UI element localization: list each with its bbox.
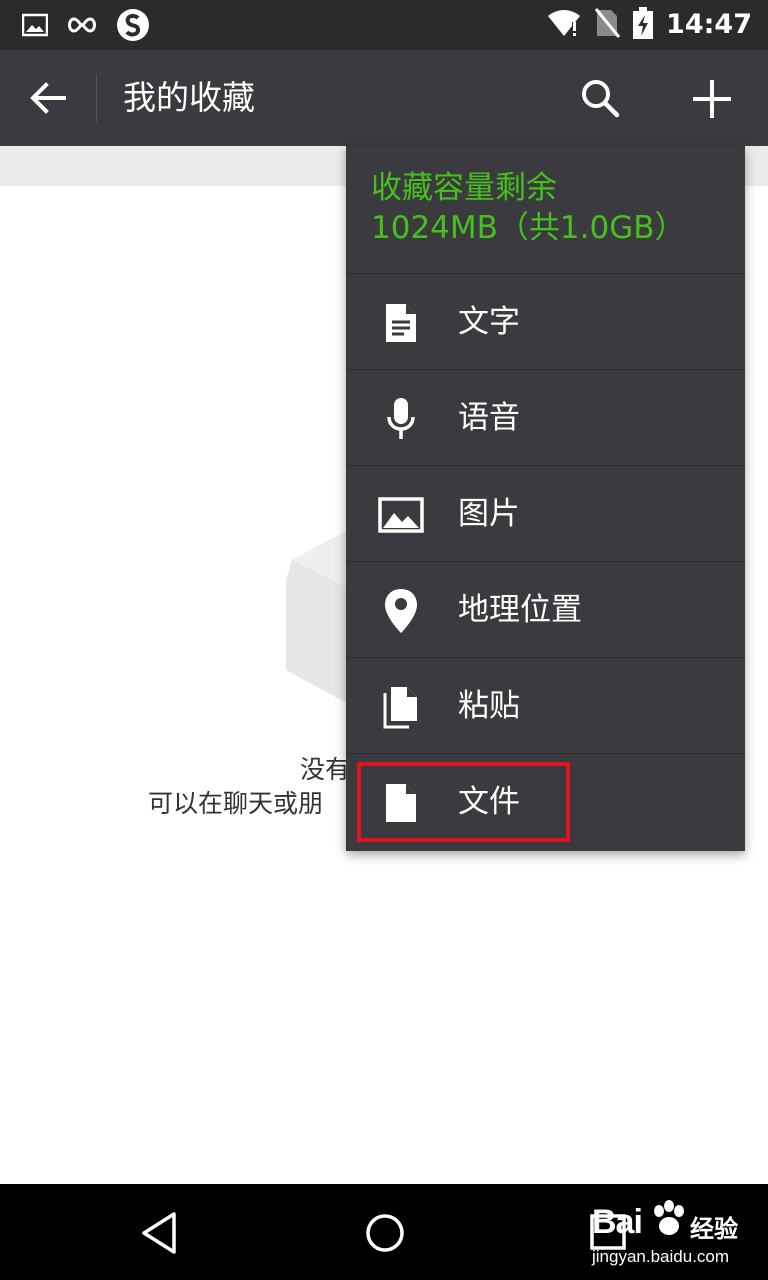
search-button[interactable] (572, 70, 628, 126)
text-document-icon (376, 298, 426, 348)
baidu-watermark: Bai 经验 jingyan.baidu.com (592, 1195, 762, 1275)
watermark-url: jingyan.baidu.com (592, 1247, 730, 1266)
menu-item-label: 语音 (458, 400, 520, 436)
nav-back-icon[interactable] (138, 1210, 184, 1256)
back-button[interactable] (18, 68, 78, 128)
nav-home-icon[interactable] (362, 1210, 408, 1256)
watermark-brand-suffix: 经验 (690, 1215, 738, 1243)
location-pin-icon (376, 586, 426, 636)
s-app-icon (116, 8, 150, 46)
storage-capacity: 1024MB（共1.0GB） (371, 210, 686, 246)
storage-info: 收藏容量剩余 1024MB（共1.0GB） (346, 146, 745, 274)
status-bar: 14:47 (0, 0, 768, 50)
empty-hint: 可以在聊天或朋 (148, 789, 324, 818)
file-icon (376, 778, 426, 828)
paw-icon (654, 1200, 684, 1235)
image-icon (376, 490, 426, 540)
arrow-left-icon (30, 82, 66, 114)
page-title: 我的收藏 (123, 78, 255, 117)
infinity-icon (66, 15, 98, 39)
menu-item-label: 地理位置 (458, 592, 582, 628)
paste-icon (376, 682, 426, 732)
plus-icon (693, 80, 731, 118)
search-icon (582, 80, 620, 118)
battery-icon (632, 6, 654, 44)
menu-item-image[interactable]: 图片 (346, 466, 745, 562)
no-sim-icon (594, 7, 621, 43)
clock: 14:47 (666, 9, 752, 40)
empty-title: 没有 (300, 755, 351, 784)
menu-item-label: 图片 (458, 496, 520, 532)
toolbar-divider (96, 74, 97, 122)
menu-item-label: 文件 (458, 784, 520, 820)
menu-item-location[interactable]: 地理位置 (346, 562, 745, 658)
menu-item-label: 文字 (458, 304, 520, 340)
menu-item-file[interactable]: 文件 (346, 754, 745, 850)
wifi-icon (546, 8, 582, 42)
microphone-icon (376, 394, 426, 444)
watermark-brand: Bai (592, 1203, 643, 1241)
menu-item-label: 粘贴 (458, 688, 520, 724)
menu-item-paste[interactable]: 粘贴 (346, 658, 745, 754)
add-button[interactable] (683, 70, 741, 128)
storage-remaining-label: 收藏容量剩余 (371, 170, 557, 206)
add-favorite-menu: 收藏容量剩余 1024MB（共1.0GB） 文字 语音 图片 地理位置 粘贴 文… (346, 146, 745, 851)
toolbar: 我的收藏 (0, 50, 768, 146)
menu-item-voice[interactable]: 语音 (346, 370, 745, 466)
menu-item-text[interactable]: 文字 (346, 274, 745, 370)
gallery-icon (21, 13, 49, 41)
